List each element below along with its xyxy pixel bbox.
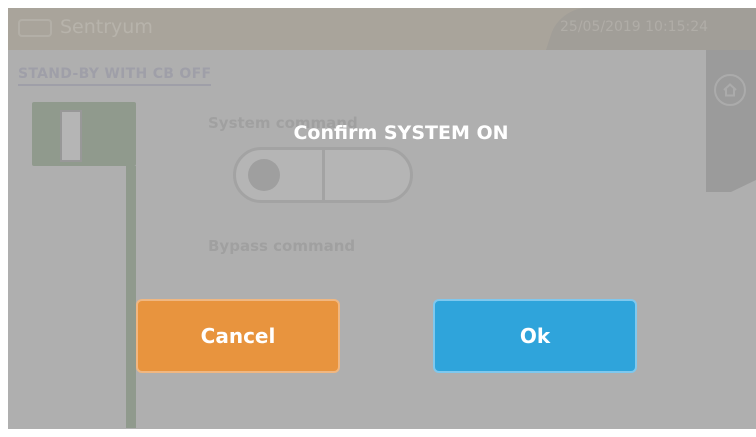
cancel-button[interactable]: Cancel [136,299,340,373]
device-screen: Sentryum 25/05/2019 10:15:24 STAND-BY WI… [8,8,756,429]
ok-button[interactable]: Ok [433,299,637,373]
dialog-title: Confirm SYSTEM ON [293,122,509,144]
modal-overlay: Confirm SYSTEM ON Cancel Ok [8,8,756,429]
